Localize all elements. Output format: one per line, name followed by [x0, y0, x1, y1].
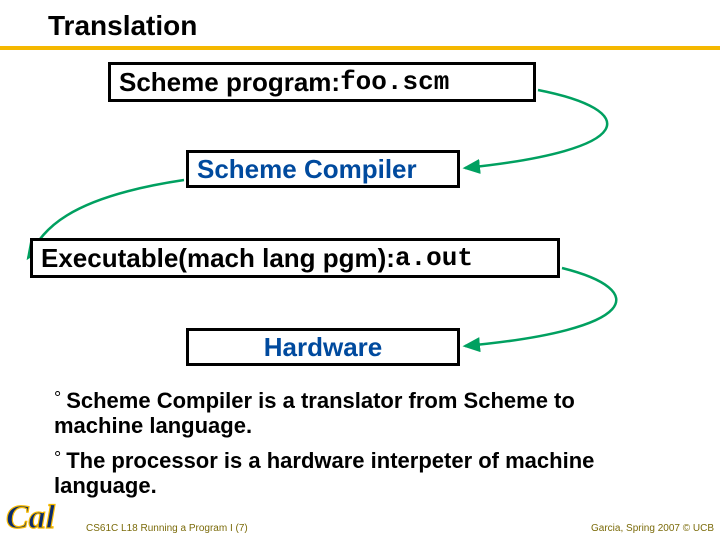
title-underline — [0, 46, 720, 50]
bullet-1: ° Scheme Compiler is a translator from S… — [54, 388, 654, 439]
program-label: Scheme program: — [119, 67, 340, 98]
svg-text:Cal: Cal — [6, 499, 56, 536]
bullet-icon: ° — [54, 448, 66, 468]
exec-label: Executable(mach lang pgm): — [41, 243, 395, 274]
box-scheme-program: Scheme program: foo.scm — [108, 62, 536, 102]
compiler-label: Scheme Compiler — [197, 154, 417, 185]
box-scheme-compiler: Scheme Compiler — [186, 150, 460, 188]
slide-title: Translation — [48, 10, 197, 42]
hardware-label: Hardware — [264, 332, 383, 363]
cal-logo: Cal — [2, 490, 82, 538]
footer-right: Garcia, Spring 2007 © UCB — [591, 523, 714, 534]
bullet-2-text: The processor is a hardware interpeter o… — [54, 448, 594, 498]
program-file: foo.scm — [340, 67, 449, 97]
box-executable: Executable(mach lang pgm): a.out — [30, 238, 560, 278]
footer-left: CS61C L18 Running a Program I (7) — [86, 523, 248, 534]
bullet-1-text: Scheme Compiler is a translator from Sch… — [54, 388, 575, 438]
bullet-2: ° The processor is a hardware interpeter… — [54, 448, 694, 499]
exec-file: a.out — [395, 243, 473, 273]
box-hardware: Hardware — [186, 328, 460, 366]
bullet-icon: ° — [54, 388, 66, 408]
